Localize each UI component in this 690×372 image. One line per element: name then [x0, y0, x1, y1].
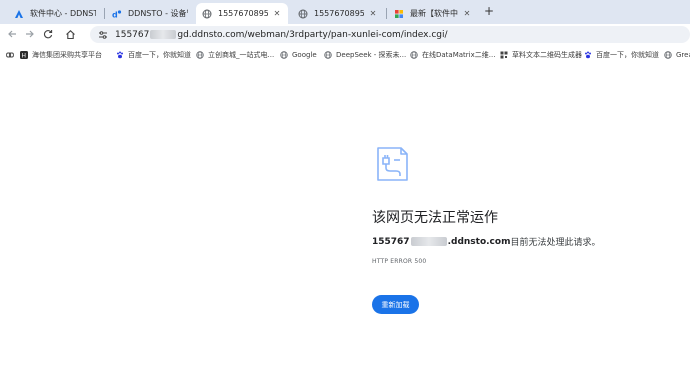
- back-button[interactable]: [4, 26, 20, 42]
- svg-text:H: H: [22, 53, 27, 60]
- bookmark-item[interactable]: 在线DataMatrix二维...: [410, 49, 495, 61]
- tab-software-center[interactable]: 软件中心 - DDNSTO远: [8, 3, 102, 24]
- bookmark-label: DeepSeek - 探索未...: [336, 51, 407, 59]
- error-message: 155767 .ddnsto.com 目前无法处理此请求。: [372, 235, 601, 249]
- arrow-left-icon: [8, 30, 16, 38]
- bookmark-item[interactable]: Google: [280, 49, 317, 61]
- tab-title: 软件中心 - DDNSTO远: [30, 9, 96, 18]
- url-suffix: gd.ddnsto.com/webman/3rdparty/pan-xunlei…: [177, 29, 448, 40]
- broken-page-icon: [372, 144, 412, 184]
- forward-button[interactable]: [22, 26, 38, 42]
- host-prefix: 155767: [372, 236, 410, 247]
- error-title: 该网页无法正常运作: [372, 210, 498, 226]
- bookmark-item[interactable]: 百度一下，你就知道: [116, 49, 191, 61]
- page-content: 该网页无法正常运作 155767 .ddnsto.com 目前无法处理此请求。 …: [0, 64, 690, 372]
- home-icon: [65, 29, 75, 39]
- globe-icon: [196, 51, 204, 59]
- bookmark-label: 百度一下，你就知道: [596, 51, 659, 59]
- bookmark-label: Grea: [676, 51, 690, 59]
- bookmark-item[interactable]: H 海信集团采购共享平台: [20, 49, 102, 61]
- bookmark-label: 草料文本二维码生成器: [512, 51, 582, 59]
- bookmark-label: 立创商城_一站式电...: [208, 51, 275, 59]
- tab-title: 15576708953xl.g: [218, 9, 268, 18]
- bookmark-label: 海信集团采购共享平台: [32, 51, 102, 59]
- globe-icon: [280, 51, 288, 59]
- browser-toolbar: 155767 gd.ddnsto.com/webman/3rdparty/pan…: [0, 24, 690, 45]
- bookmark-label: 在线DataMatrix二维...: [422, 51, 496, 59]
- color-grid-icon: [394, 9, 404, 19]
- site-info-icon[interactable]: [98, 30, 108, 40]
- tab-title: DDNSTO - 设备管理: [128, 9, 188, 18]
- tab-separator: [386, 8, 387, 19]
- link-icon: [6, 51, 14, 59]
- reload-button[interactable]: [40, 26, 56, 42]
- globe-icon: [298, 9, 308, 19]
- error-message-text: 目前无法处理此请求。: [510, 238, 601, 248]
- host-suffix: .ddnsto.com: [447, 236, 511, 247]
- paw-icon: [116, 51, 124, 59]
- bookmark-item[interactable]: Grea: [664, 49, 690, 61]
- globe-icon: [410, 51, 418, 59]
- tab-latest-software-center[interactable]: 最新【软件中心】谣 ✕: [388, 3, 478, 24]
- tab-separator: [104, 8, 105, 19]
- a-logo-icon: [14, 9, 24, 19]
- arrow-right-icon: [26, 30, 34, 38]
- grid-icon: [500, 51, 508, 59]
- url-text: 155767 gd.ddnsto.com/webman/3rdparty/pan…: [115, 30, 448, 40]
- tab-strip: 软件中心 - DDNSTO远 d DDNSTO - 设备管理 155767089…: [0, 0, 690, 24]
- bookmark-item[interactable]: 草料文本二维码生成器: [500, 49, 582, 61]
- tab-active-xunlei[interactable]: 15576708953xl.g ✕: [196, 3, 288, 24]
- redacted-region: [150, 30, 177, 39]
- address-bar[interactable]: 155767 gd.ddnsto.com/webman/3rdparty/pan…: [90, 26, 690, 43]
- ddnsto-icon: d: [112, 9, 122, 19]
- error-host: 155767 .ddnsto.com: [372, 237, 510, 247]
- reload-page-button[interactable]: 重新加载: [372, 295, 419, 314]
- hisense-icon: H: [20, 51, 28, 59]
- bookmarks-bar: H 海信集团采购共享平台 百度一下，你就知道 立创商城_一站式电... Goog…: [0, 46, 690, 64]
- bookmark-item[interactable]: DeepSeek - 探索未...: [324, 49, 406, 61]
- bookmark-item[interactable]: 百度一下，你就知道: [584, 49, 659, 61]
- new-tab-button[interactable]: +: [482, 4, 496, 18]
- refresh-icon: [43, 30, 53, 39]
- svg-text:d: d: [112, 10, 118, 19]
- close-icon[interactable]: ✕: [368, 9, 378, 18]
- tab-title: 15576708953xl.gd.d: [314, 9, 364, 18]
- close-icon[interactable]: ✕: [272, 9, 282, 18]
- close-icon[interactable]: ✕: [462, 9, 472, 18]
- url-prefix: 155767: [115, 29, 150, 40]
- globe-icon: [324, 51, 332, 59]
- globe-icon: [664, 51, 672, 59]
- bookmark-label: 百度一下，你就知道: [128, 51, 191, 59]
- home-button[interactable]: [62, 26, 78, 42]
- bookmark-item[interactable]: [6, 49, 18, 61]
- error-code: HTTP ERROR 500: [372, 258, 427, 265]
- paw-icon: [584, 51, 592, 59]
- redacted-region: [410, 237, 447, 246]
- bookmark-label: Google: [292, 51, 317, 59]
- tab-xunlei-2[interactable]: 15576708953xl.gd.d ✕: [292, 3, 384, 24]
- bookmark-item[interactable]: 立创商城_一站式电...: [196, 49, 274, 61]
- tab-title: 最新【软件中心】谣: [410, 9, 458, 18]
- tab-ddnsto-devices[interactable]: d DDNSTO - 设备管理: [106, 3, 194, 24]
- globe-icon: [202, 9, 212, 19]
